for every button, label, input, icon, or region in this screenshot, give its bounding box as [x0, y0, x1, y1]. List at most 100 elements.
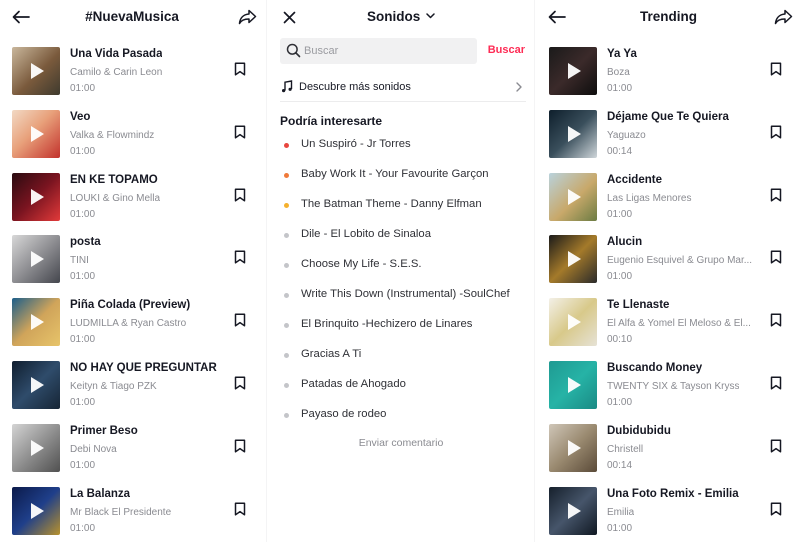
track-row[interactable]: Te Llenaste El Alfa & Yomel El Meloso & E…	[537, 298, 800, 350]
track-artist: El Alfa & Yomel El Meloso & El...	[607, 318, 751, 330]
share-button[interactable]	[772, 7, 794, 27]
share-icon	[774, 9, 792, 25]
track-artist: Valka & Flowmindz	[70, 129, 155, 141]
page-title: Trending	[640, 9, 697, 24]
track-row[interactable]: Veo Valka & Flowmindz 01:00	[0, 109, 264, 162]
track-cover[interactable]	[549, 47, 597, 95]
panel-header: Sonidos	[270, 0, 532, 34]
track-row[interactable]: La Balanza Mr Black El Presidente 01:00	[0, 486, 264, 539]
track-row[interactable]: Dubidubidu Christell 00:14	[537, 423, 800, 476]
track-cover[interactable]	[12, 109, 60, 158]
suggested-sound-item[interactable]: Payaso de rodeo	[280, 405, 530, 427]
play-icon	[568, 251, 581, 268]
bookmark-icon[interactable]	[234, 502, 246, 516]
track-title: Déjame Que Te Quiera	[607, 110, 729, 123]
track-artist: Mr Black El Presidente	[70, 506, 172, 518]
track-cover[interactable]	[12, 486, 60, 535]
search-icon	[286, 43, 301, 58]
track-row[interactable]: Buscando Money TWENTY SIX & Tayson Kryss 0…	[537, 361, 800, 413]
suggested-sound-item[interactable]: Baby Work It - Your Favourite Garçon	[280, 165, 530, 187]
play-icon	[31, 63, 44, 79]
track-cover[interactable]	[549, 235, 597, 284]
suggested-sound-item[interactable]: El Brinquito -Hechizero de Linares	[280, 315, 530, 337]
track-cover[interactable]	[549, 361, 597, 409]
suggested-sound-label: Payaso de rodeo	[301, 408, 387, 420]
track-duration: 01:00	[607, 522, 633, 534]
play-icon	[31, 377, 44, 393]
play-icon	[31, 502, 44, 519]
track-cover[interactable]	[12, 298, 60, 347]
track-duration: 00:10	[607, 334, 633, 346]
track-row[interactable]: posta TINI 01:00	[0, 235, 264, 287]
track-cover[interactable]	[549, 109, 597, 158]
bookmark-icon[interactable]	[770, 250, 782, 264]
track-row[interactable]: Déjame Que Te Quiera Yaguazo 00:14	[537, 109, 800, 162]
track-artist: TWENTY SIX & Tayson Kryss	[607, 381, 740, 392]
track-artist: TINI	[70, 255, 89, 267]
suggested-sound-item[interactable]: The Batman Theme - Danny Elfman	[280, 195, 530, 217]
bookmark-icon[interactable]	[770, 125, 782, 139]
bookmark-icon[interactable]	[770, 62, 782, 76]
suggested-sound-item[interactable]: Choose My Life - S.E.S.	[280, 255, 530, 277]
suggested-sound-label: The Batman Theme - Danny Elfman	[301, 198, 482, 210]
track-cover[interactable]	[549, 486, 597, 535]
track-cover[interactable]	[12, 423, 60, 472]
track-cover[interactable]	[12, 172, 60, 221]
track-artist: Debi Nova	[70, 443, 117, 455]
search-input[interactable]	[304, 38, 472, 64]
track-row[interactable]: Ya Ya Boza 01:00	[537, 47, 800, 99]
track-row[interactable]: Una Foto Remix - Emilia Emilia 01:00	[537, 486, 800, 539]
suggested-sound-item[interactable]: Patadas de Ahogado	[280, 375, 530, 397]
suggested-sound-item[interactable]: Dile - El Lobito de Sinaloa	[280, 225, 530, 247]
track-duration: 01:00	[70, 522, 96, 534]
discover-label: Descubre más sonidos	[299, 81, 411, 93]
suggested-sound-item[interactable]: Un Suspiró - Jr Torres	[280, 135, 530, 157]
music-note-icon	[282, 80, 293, 93]
track-cover[interactable]	[12, 361, 60, 409]
bookmark-icon[interactable]	[234, 313, 246, 327]
bookmark-icon[interactable]	[770, 502, 782, 516]
track-row[interactable]: Piña Colada (Preview) LUDMILLA & Ryan Cas…	[0, 298, 264, 350]
track-duration: 01:00	[607, 397, 633, 408]
bookmark-icon[interactable]	[234, 439, 246, 453]
suggested-sound-label: Choose My Life - S.E.S.	[301, 258, 422, 270]
suggested-sound-item[interactable]: Gracias A Ti	[280, 345, 530, 367]
bookmark-icon[interactable]	[770, 188, 782, 202]
track-artist: LUDMILLA & Ryan Castro	[70, 318, 187, 330]
track-row[interactable]: Primer Beso Debi Nova 01:00	[0, 423, 264, 476]
track-cover[interactable]	[549, 298, 597, 347]
track-title: Una Vida Pasada	[70, 48, 163, 60]
track-row[interactable]: Accidente Las Ligas Menores 01:00	[537, 172, 800, 225]
track-title: Te Llenaste	[607, 299, 670, 312]
bookmark-icon[interactable]	[234, 188, 246, 202]
search-button[interactable]: Buscar	[488, 44, 525, 56]
discover-more-sounds-link[interactable]: Descubre más sonidos	[280, 74, 526, 102]
track-title: NO HAY QUE PREGUNTAR	[70, 362, 217, 374]
track-row[interactable]: EN KE TOPAMO LOUKI & Gino Mella 01:00	[0, 172, 264, 225]
track-row[interactable]: Una Vida Pasada Camilo & Carin Leon 01:00	[0, 47, 264, 99]
track-cover[interactable]	[12, 235, 60, 284]
suggested-sound-label: Baby Work It - Your Favourite Garçon	[301, 168, 489, 180]
track-artist: Emilia	[607, 506, 635, 518]
track-artist: Christell	[607, 443, 644, 455]
bookmark-icon[interactable]	[770, 313, 782, 327]
send-feedback-link[interactable]: Enviar comentario	[270, 437, 532, 449]
bookmark-icon[interactable]	[770, 439, 782, 453]
sounds-title-dropdown[interactable]: Sonidos	[270, 9, 532, 24]
panel-header: #NuevaMusica	[0, 0, 264, 34]
bookmark-icon[interactable]	[234, 376, 246, 390]
track-cover[interactable]	[549, 172, 597, 221]
track-cover[interactable]	[549, 423, 597, 472]
suggested-sound-item[interactable]: Write This Down (Instrumental) -SoulChef	[280, 285, 530, 307]
track-row[interactable]: Alucin Eugenio Esquivel & Grupo Mar... 01:…	[537, 235, 800, 287]
bookmark-icon[interactable]	[234, 125, 246, 139]
track-cover[interactable]	[12, 47, 60, 95]
bookmark-icon[interactable]	[234, 62, 246, 76]
share-button[interactable]	[236, 7, 258, 27]
track-duration: 00:14	[607, 145, 633, 157]
track-row[interactable]: NO HAY QUE PREGUNTAR Keityn & Tiago PZK 01…	[0, 361, 264, 413]
track-title: Piña Colada (Preview)	[70, 299, 191, 312]
track-title: EN KE TOPAMO	[70, 173, 158, 186]
bookmark-icon[interactable]	[770, 376, 782, 390]
bookmark-icon[interactable]	[234, 250, 246, 264]
